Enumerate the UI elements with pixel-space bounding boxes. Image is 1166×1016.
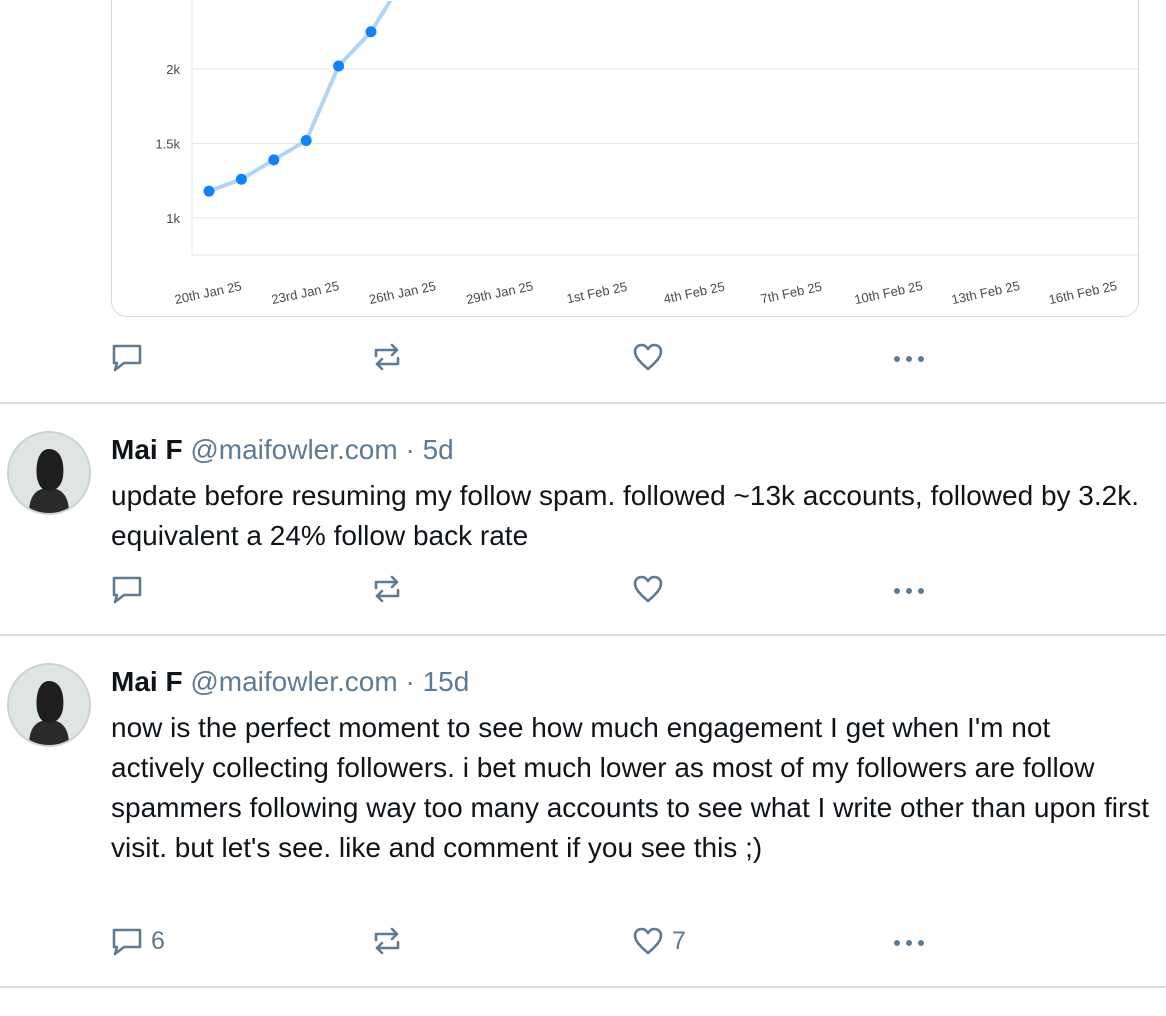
data-point — [365, 26, 377, 38]
post-text: now is the perfect moment to see how muc… — [111, 712, 1150, 863]
more-button[interactable] — [891, 921, 927, 961]
chart-card[interactable]: 1k 1.5k 2k 20th Jan 25 23rd Jan 25 26th Jan 2… — [111, 0, 1139, 317]
repost-icon — [374, 927, 400, 955]
y-tick-label: 1.5k — [155, 137, 180, 152]
x-tick-label: 4th Feb 25 — [662, 279, 726, 307]
post-actions — [111, 337, 941, 377]
x-tick-label: 23rd Jan 25 — [270, 278, 340, 307]
data-point — [268, 154, 280, 166]
divider — [0, 402, 1166, 404]
repost-button[interactable] — [371, 569, 411, 609]
repost-button[interactable] — [371, 337, 411, 377]
more-icon — [894, 356, 924, 362]
data-point — [235, 173, 247, 185]
x-tick-label: 13th Feb 25 — [950, 278, 1021, 307]
x-tick-label: 7th Feb 25 — [759, 279, 823, 307]
x-tick-label: 29th Jan 25 — [465, 278, 535, 307]
separator: · — [405, 666, 415, 697]
like-count: 7 — [672, 926, 686, 955]
avatar[interactable] — [7, 663, 91, 747]
y-tick-label: 1k — [166, 211, 180, 226]
more-button[interactable] — [891, 337, 927, 377]
x-tick-label: 16th Feb 25 — [1047, 278, 1118, 307]
more-icon — [894, 588, 924, 594]
like-button[interactable] — [632, 569, 672, 609]
post-time[interactable]: 5d — [423, 434, 454, 465]
divider — [0, 986, 1166, 988]
like-icon — [633, 575, 663, 603]
post-actions: 6 7 — [111, 921, 941, 961]
avatar-image — [9, 433, 89, 513]
data-point — [203, 185, 215, 197]
repost-icon — [374, 575, 400, 603]
repost-icon — [374, 343, 400, 371]
more-icon — [894, 940, 924, 946]
x-tick-label: 20th Jan 25 — [173, 278, 243, 307]
like-button[interactable]: 7 — [632, 921, 686, 961]
x-tick-label: 10th Feb 25 — [853, 278, 924, 307]
avatar[interactable] — [7, 431, 91, 515]
repost-button[interactable] — [371, 921, 411, 961]
author-handle[interactable]: @maifowler.com — [190, 666, 397, 697]
more-button[interactable] — [891, 569, 927, 609]
comment-count: 6 — [151, 926, 165, 955]
comment-icon — [112, 576, 142, 604]
post-time[interactable]: 15d — [423, 666, 470, 697]
like-icon — [633, 927, 663, 955]
divider — [0, 634, 1166, 636]
like-icon — [633, 343, 663, 371]
data-point — [300, 135, 312, 147]
comment-icon — [112, 344, 142, 372]
post-header: Mai F @maifowler.com · 5d — [111, 432, 454, 468]
author-name[interactable]: Mai F — [111, 434, 183, 465]
comment-button[interactable]: 6 — [111, 921, 165, 961]
like-button[interactable] — [632, 337, 672, 377]
author-name[interactable]: Mai F — [111, 666, 183, 697]
post-actions — [111, 569, 941, 609]
comment-button[interactable] — [111, 569, 151, 609]
y-tick-label: 2k — [166, 62, 180, 77]
post-header: Mai F @maifowler.com · 15d — [111, 664, 469, 700]
data-point — [333, 60, 345, 72]
x-tick-label: 26th Jan 25 — [368, 278, 438, 307]
post-text: update before resuming my follow spam. f… — [111, 480, 1140, 551]
avatar-image — [9, 665, 89, 745]
author-handle[interactable]: @maifowler.com — [190, 434, 397, 465]
comment-button[interactable] — [111, 337, 151, 377]
follower-line-chart: 1k 1.5k 2k 20th Jan 25 23rd Jan 25 26th Jan 2… — [155, 0, 1138, 307]
x-tick-label: 1st Feb 25 — [565, 279, 628, 306]
comment-icon — [112, 928, 142, 956]
separator: · — [405, 434, 415, 465]
